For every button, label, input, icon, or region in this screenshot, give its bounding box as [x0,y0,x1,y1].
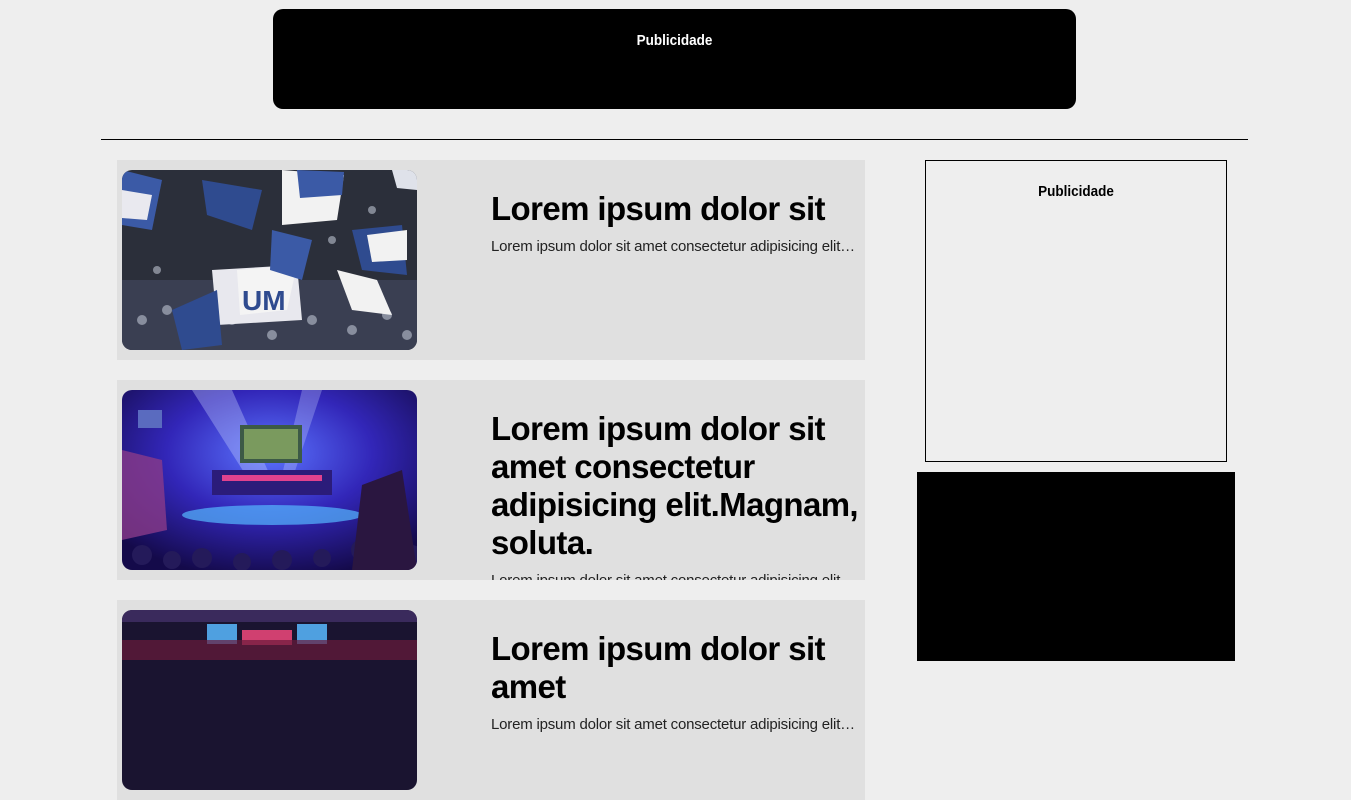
header-divider [101,139,1248,140]
article-card[interactable]: Lorem ipsum dolor sit amet consectetur a… [117,380,865,580]
article-excerpt: Lorem ipsum dolor sit amet consectetur a… [491,572,857,580]
article-title[interactable]: Lorem ipsum dolor sit amet [491,630,861,706]
article-thumbnail[interactable]: UM [122,170,417,350]
top-advertisement-banner[interactable]: Publicidade [273,9,1076,109]
sidebar-black-block [917,472,1235,661]
esports-stage-photo [122,610,417,790]
article-excerpt: Lorem ipsum dolor sit amet consectetur a… [491,238,857,255]
article-excerpt: Lorem ipsum dolor sit amet consectetur a… [491,716,857,733]
sidebar-advertisement[interactable]: Publicidade [925,160,1227,462]
esports-arena-photo [122,390,417,570]
article-card[interactable]: Lorem ipsum dolor sit amet Lorem ipsum d… [117,600,865,800]
article-thumbnail[interactable] [122,610,417,790]
top-ad-label: Publicidade [636,32,713,49]
article-title[interactable]: Lorem ipsum dolor sit [491,190,861,228]
sidebar-ad-label: Publicidade [1038,183,1114,200]
article-title[interactable]: Lorem ipsum dolor sit amet consectetur a… [491,410,861,562]
article-card[interactable]: UM Lorem ipsum dolor sit Lorem ipsum dol… [117,160,865,360]
svg-text:UM: UM [242,285,286,316]
crowd-flags-photo: UM [122,170,417,350]
article-thumbnail[interactable] [122,390,417,570]
